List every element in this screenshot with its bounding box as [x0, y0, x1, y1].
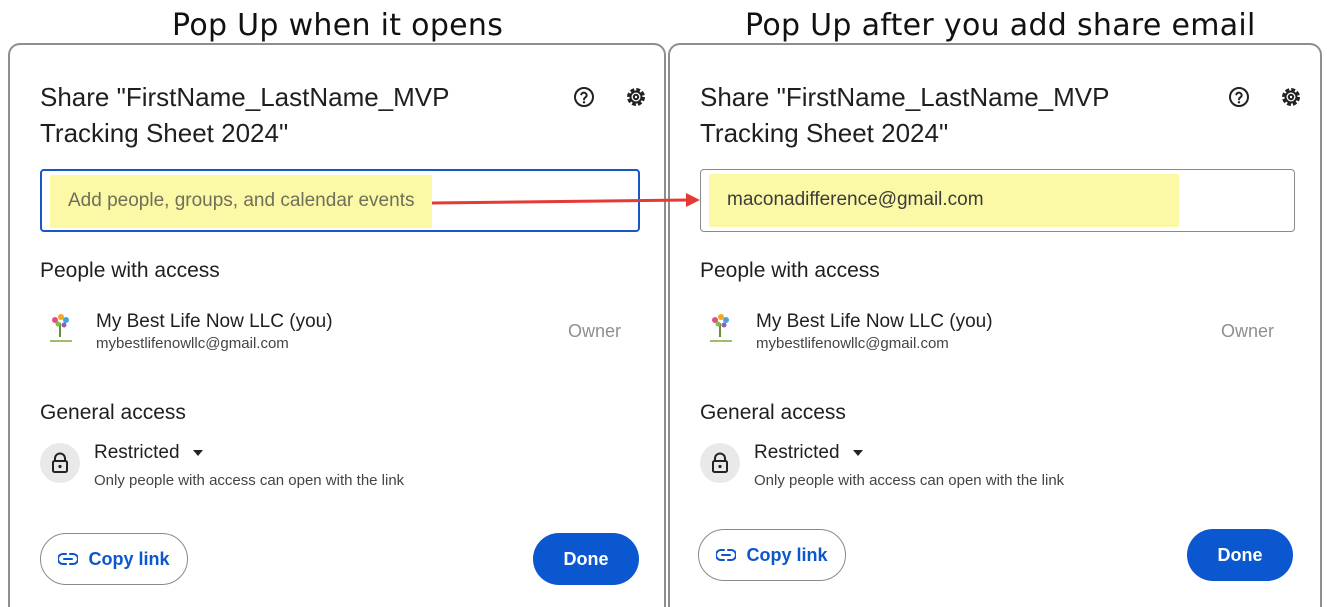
link-icon	[716, 549, 737, 561]
caption-right: Pop Up after you add share email	[745, 8, 1256, 43]
owner-role: Owner	[568, 321, 622, 341]
access-level-label: Restricted	[754, 442, 840, 463]
owner-role: Owner	[1221, 321, 1275, 341]
add-people-input[interactable]: maconadifference@gmail.com	[700, 169, 1295, 232]
copy-link-label: Copy link	[88, 548, 170, 569]
share-dialog-with-email: Share "FirstName_LastName_MVP Tracking S…	[668, 43, 1322, 607]
owner-email: mybestlifenowllc@gmail.com	[96, 335, 289, 352]
dialog-title: Share "FirstName_LastName_MVP Tracking S…	[40, 82, 450, 148]
owner-name: My Best Life Now LLC (you)	[756, 311, 993, 332]
share-email-value: maconadifference@gmail.com	[727, 189, 984, 210]
caret-down-icon	[852, 450, 863, 456]
access-level-dropdown[interactable]: Restricted	[754, 442, 864, 464]
add-people-input[interactable]: Add people, groups, and calendar events	[40, 169, 640, 232]
help-circle-icon[interactable]	[1225, 83, 1253, 111]
copy-link-button[interactable]: Copy link	[698, 529, 846, 581]
caret-down-icon	[192, 450, 203, 456]
add-people-placeholder: Add people, groups, and calendar events	[68, 190, 415, 211]
avatar	[706, 311, 736, 345]
lock-icon	[40, 443, 80, 483]
dialog-title: Share "FirstName_LastName_MVP Tracking S…	[700, 82, 1110, 148]
help-circle-icon[interactable]	[570, 83, 598, 111]
people-with-access-heading: People with access	[40, 259, 220, 282]
copy-link-label: Copy link	[746, 544, 828, 565]
caption-left: Pop Up when it opens	[172, 8, 504, 43]
general-access-heading: General access	[40, 401, 186, 424]
share-dialog-initial: Share "FirstName_LastName_MVP Tracking S…	[8, 43, 666, 607]
people-with-access-heading: People with access	[700, 259, 880, 282]
gear-icon[interactable]	[622, 83, 650, 111]
access-description: Only people with access can open with th…	[754, 472, 1065, 489]
owner-name: My Best Life Now LLC (you)	[96, 311, 333, 332]
done-button[interactable]: Done	[1187, 529, 1293, 581]
link-icon	[58, 553, 79, 565]
done-button[interactable]: Done	[533, 533, 639, 585]
avatar	[46, 311, 76, 345]
owner-email: mybestlifenowllc@gmail.com	[756, 335, 949, 352]
access-level-dropdown[interactable]: Restricted	[94, 442, 204, 464]
access-level-label: Restricted	[94, 442, 180, 463]
gear-icon[interactable]	[1277, 83, 1305, 111]
lock-icon	[700, 443, 740, 483]
access-description: Only people with access can open with th…	[94, 472, 405, 489]
copy-link-button[interactable]: Copy link	[40, 533, 188, 585]
general-access-heading: General access	[700, 401, 846, 424]
